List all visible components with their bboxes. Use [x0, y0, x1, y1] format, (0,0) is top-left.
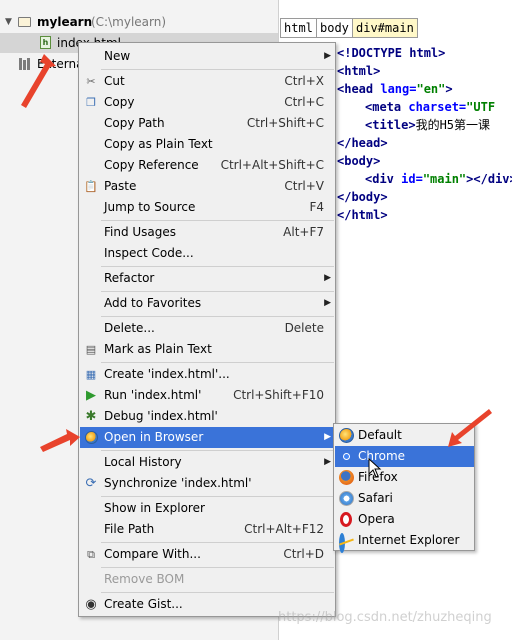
- menu-separator: [101, 592, 334, 593]
- menu-separator: [101, 266, 334, 267]
- default-browser-icon: [339, 428, 354, 443]
- root-folder-name: mylearn: [37, 15, 93, 29]
- breadcrumb-body[interactable]: body: [316, 18, 353, 38]
- opera-icon: [340, 512, 352, 527]
- menu-separator: [101, 567, 334, 568]
- compare-icon: ⧉: [87, 548, 95, 561]
- code-line-1: <!DOCTYPE html>: [337, 46, 446, 60]
- code-line-2: <html>: [337, 64, 381, 78]
- menu-item-delete[interactable]: Delete... Delete: [80, 318, 335, 339]
- menu-item-inspect-code[interactable]: Inspect Code...: [80, 243, 335, 264]
- code-line-10: </html>: [337, 208, 388, 222]
- menu-item-find-usages[interactable]: Find Usages Alt+F7: [80, 222, 335, 243]
- submenu-arrow-icon: ▶: [324, 273, 331, 283]
- menu-item-debug[interactable]: ✱ Debug 'index.html': [80, 406, 335, 427]
- ie-icon: [339, 533, 345, 553]
- scissors-icon: ✂: [86, 75, 96, 88]
- debug-bug-icon: ✱: [85, 409, 97, 424]
- code-line-5: <title>我的H5第一课: [365, 118, 491, 132]
- submenu-item-safari[interactable]: Safari: [335, 488, 474, 509]
- browser-submenu: Default Chrome Firefox Safari Opera Inte…: [333, 423, 475, 553]
- menu-item-file-path[interactable]: File Path Ctrl+Alt+F12: [80, 519, 335, 540]
- watermark: https://blog.csdn.net/zhuzheqing: [278, 610, 492, 625]
- breadcrumb: html body div#main: [279, 14, 512, 40]
- root-folder-path: (C:\mylearn): [91, 15, 167, 29]
- menu-item-compare-with[interactable]: ⧉ Compare With... Ctrl+D: [80, 544, 335, 565]
- menu-item-run[interactable]: ▶ Run 'index.html' Ctrl+Shift+F10: [80, 385, 335, 406]
- paste-icon: 📋: [84, 180, 98, 193]
- external-libraries-label: Externa: [37, 57, 84, 71]
- menu-separator: [101, 362, 334, 363]
- breadcrumb-div-main[interactable]: div#main: [352, 18, 418, 38]
- menu-separator: [101, 496, 334, 497]
- tree-root-row[interactable]: ▼ mylearn (C:\mylearn): [0, 12, 278, 32]
- firefox-icon: [339, 470, 354, 485]
- menu-separator: [101, 69, 334, 70]
- submenu-arrow-icon: ▶: [324, 51, 331, 61]
- mouse-cursor-icon: [368, 458, 382, 478]
- menu-item-show-in-explorer[interactable]: Show in Explorer: [80, 498, 335, 519]
- submenu-arrow-icon: ▶: [324, 298, 331, 308]
- copy-icon: ❐: [86, 96, 96, 109]
- submenu-item-firefox[interactable]: Firefox: [335, 467, 474, 488]
- html-file-icon: h: [40, 36, 51, 49]
- menu-separator: [101, 220, 334, 221]
- menu-separator: [101, 316, 334, 317]
- menu-separator: [101, 291, 334, 292]
- menu-separator: [101, 450, 334, 451]
- menu-item-create-config[interactable]: ▦ Create 'index.html'...: [80, 364, 335, 385]
- menu-item-local-history[interactable]: Local History ▶: [80, 452, 335, 473]
- context-menu: New ▶ ✂ Cut Ctrl+X ❐ Copy Ctrl+C Copy Path Ctr…: [78, 42, 336, 617]
- menu-item-paste[interactable]: 📋 Paste Ctrl+V: [80, 176, 335, 197]
- menu-item-refactor[interactable]: Refactor ▶: [80, 268, 335, 289]
- breadcrumb-html[interactable]: html: [280, 18, 317, 38]
- menu-item-mark-plain-text[interactable]: ▤ Mark as Plain Text: [80, 339, 335, 360]
- expand-arrow-icon[interactable]: ▼: [5, 12, 12, 32]
- code-line-8: <div id="main"></div>: [365, 172, 512, 186]
- menu-item-copy-path[interactable]: Copy Path Ctrl+Shift+C: [80, 113, 335, 134]
- submenu-item-default[interactable]: Default: [335, 425, 474, 446]
- folder-icon: [18, 17, 31, 27]
- menu-item-copy-plain-text[interactable]: Copy as Plain Text: [80, 134, 335, 155]
- library-icon: [19, 58, 33, 70]
- submenu-arrow-icon: ▶: [324, 457, 331, 467]
- menu-item-copy-reference[interactable]: Copy Reference Ctrl+Alt+Shift+C: [80, 155, 335, 176]
- menu-item-add-to-favorites[interactable]: Add to Favorites ▶: [80, 293, 335, 314]
- submenu-item-internet-explorer[interactable]: Internet Explorer: [335, 530, 474, 553]
- menu-item-cut[interactable]: ✂ Cut Ctrl+X: [80, 71, 335, 92]
- code-line-4: <meta charset="UTF: [365, 100, 496, 114]
- sync-icon: ⟳: [85, 476, 97, 491]
- submenu-item-chrome[interactable]: Chrome: [335, 446, 474, 467]
- safari-icon: [339, 491, 354, 506]
- menu-item-open-in-browser[interactable]: Open in Browser ▶: [80, 427, 335, 448]
- run-config-icon: ▦: [85, 368, 97, 381]
- submenu-arrow-icon: ▶: [324, 432, 331, 442]
- menu-item-remove-bom: Remove BOM: [104, 572, 185, 586]
- menu-item-copy[interactable]: ❐ Copy Ctrl+C: [80, 92, 335, 113]
- run-icon: ▶: [86, 388, 96, 403]
- menu-item-synchronize[interactable]: ⟳ Synchronize 'index.html': [80, 473, 335, 494]
- menu-item-new[interactable]: New ▶: [80, 46, 335, 67]
- browser-globe-icon: [85, 431, 98, 444]
- menu-separator: [101, 542, 334, 543]
- github-icon: ◉: [85, 597, 97, 612]
- code-line-3: <head lang="en">: [337, 82, 453, 96]
- code-line-9: </body>: [337, 190, 388, 204]
- menu-item-jump-to-source[interactable]: Jump to Source F4: [80, 197, 335, 218]
- submenu-item-opera[interactable]: Opera: [335, 509, 474, 530]
- plain-text-file-icon: ▤: [85, 343, 97, 356]
- code-line-6: </head>: [337, 136, 388, 150]
- code-area[interactable]: <!DOCTYPE html> <html> <head lang="en"> …: [337, 44, 512, 224]
- code-line-7: <body>: [337, 154, 381, 168]
